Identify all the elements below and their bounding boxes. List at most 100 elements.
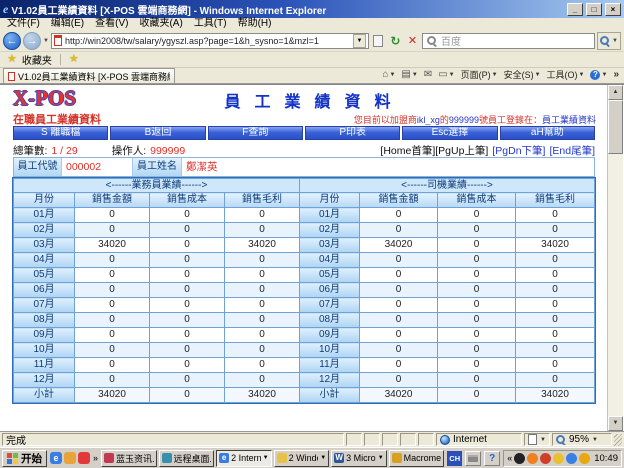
qq-quick-icon[interactable] — [78, 452, 90, 464]
home-button[interactable]: ⌂▼ — [382, 70, 395, 80]
status-panel — [382, 433, 398, 446]
safety-menu-button[interactable]: 安全(S)▼ — [504, 68, 541, 81]
nav-keys-home-pgup[interactable]: [Home首筆][PgUp上筆] — [380, 143, 488, 158]
refresh-button[interactable]: ↻ — [388, 33, 403, 49]
tab-active[interactable]: V1.02員工業績資料 [X-POS 雲端商務網] — [3, 68, 175, 83]
back-button[interactable]: ← — [3, 32, 21, 50]
qq-tray-icon[interactable] — [514, 453, 525, 464]
start-button[interactable]: 开始 — [2, 450, 47, 467]
quick-launch-chevron-icon[interactable]: » — [93, 453, 98, 463]
page-function-button-1[interactable]: S 離職檔 — [13, 126, 108, 140]
xpos-logo: X-POS — [13, 86, 76, 111]
employee-code-field[interactable]: 000002 — [62, 158, 132, 176]
employee-name-field[interactable]: 鄭潔英 — [182, 158, 594, 176]
tray-icon-2[interactable] — [527, 453, 538, 464]
folder-icon — [277, 453, 287, 463]
scrollbar-thumb[interactable] — [608, 100, 623, 154]
security-shield-icon[interactable] — [579, 453, 590, 464]
more-chevron-icon[interactable]: » — [613, 69, 619, 80]
minimize-button[interactable]: _ — [567, 3, 583, 16]
zoom-value: 95% — [569, 434, 589, 445]
value-cell: 0 — [360, 343, 438, 358]
start-label: 开始 — [21, 451, 42, 466]
page-function-button-5[interactable]: Esc選擇 — [402, 126, 497, 140]
mail-quick-icon[interactable] — [64, 452, 76, 464]
history-dropdown-icon[interactable]: ▼ — [43, 38, 49, 44]
tray-icon-3[interactable] — [540, 453, 551, 464]
value-cell: 0 — [438, 343, 516, 358]
employee-code-label: 員工代號 — [14, 158, 62, 176]
stop-button[interactable]: ✕ — [405, 33, 420, 49]
month-cell: 06月 — [300, 283, 360, 298]
print-button[interactable]: ▭▼ — [438, 70, 454, 80]
address-input[interactable]: http://win2008/tw/salary/ygyszl.asp?page… — [51, 33, 369, 49]
menu-item-5[interactable]: 工具(T) — [194, 18, 227, 30]
taskbar-button-6[interactable]: Macromed... — [389, 450, 445, 467]
tray-icon-5[interactable] — [566, 453, 577, 464]
status-text-panel: 完成 — [2, 433, 344, 446]
month-cell: 11月 — [14, 358, 75, 373]
page-function-button-6[interactable]: aH幫助 — [500, 126, 595, 140]
compatibility-view-button[interactable] — [371, 33, 386, 49]
menu-item-3[interactable]: 查看(V) — [95, 18, 128, 30]
taskbar-button-1[interactable]: 蓝玉资讯... — [101, 450, 157, 467]
value-cell: 0 — [225, 373, 300, 388]
favorites-button[interactable]: 收藏夹 — [22, 52, 52, 67]
search-input[interactable]: 百度 — [422, 33, 595, 49]
menu-item-6[interactable]: 帮助(H) — [238, 18, 272, 30]
column-header: 銷售金額 — [75, 193, 150, 208]
tools-menu-button[interactable]: 工具(O)▼ — [547, 68, 585, 81]
value-cell: 0 — [438, 283, 516, 298]
taskbar-button-5[interactable]: W3 Micros...▼ — [331, 450, 387, 467]
tab-row: V1.02員工業績資料 [X-POS 雲端商務網] ⌂▼ ▤▼ ✉ ▭▼ 页面(… — [0, 68, 624, 84]
ie-quick-icon[interactable]: e — [50, 452, 62, 464]
tray-icon-4[interactable] — [553, 453, 564, 464]
page-zoom-button[interactable]: ▼ — [524, 433, 550, 446]
address-dropdown-icon[interactable]: ▼ — [353, 34, 366, 48]
status-panel — [400, 433, 416, 446]
scroll-down-icon[interactable]: ▼ — [608, 416, 623, 431]
taskbar-button-2[interactable]: 远程桌面... — [159, 450, 215, 467]
group-dropdown-icon: ▼ — [263, 455, 269, 461]
search-go-button[interactable]: ▼ — [597, 32, 621, 50]
menu-item-4[interactable]: 收藏夹(A) — [139, 18, 182, 30]
add-favorite-icon[interactable]: ★ — [69, 54, 79, 65]
vertical-scrollbar[interactable]: ▲ ▼ — [607, 85, 623, 431]
page-menu-button[interactable]: 页面(P)▼ — [461, 68, 498, 81]
zoom-level-button[interactable]: 95% ▼ — [552, 433, 612, 446]
value-cell: 0 — [150, 373, 225, 388]
feeds-button[interactable]: ▤▼ — [401, 70, 417, 80]
section-label: 在職員工業績資料 — [13, 111, 101, 127]
favorites-bar: ★ 收藏夹 ★ — [0, 52, 624, 68]
taskbar-button-label: Macromed... — [404, 453, 442, 463]
tray-chevron-icon[interactable]: « — [507, 453, 512, 463]
close-button[interactable]: × — [605, 3, 621, 16]
value-cell: 34020 — [516, 388, 595, 403]
taskbar-button-4[interactable]: 2 Window...▼ — [274, 450, 330, 467]
value-cell: 0 — [225, 223, 300, 238]
nav-key-end[interactable]: [End尾筆] — [549, 143, 595, 158]
taskbar-button-3[interactable]: e2 Intern...▼ — [216, 450, 272, 467]
resize-grip — [614, 434, 622, 446]
menu-item-2[interactable]: 编辑(E) — [51, 18, 84, 30]
nav-key-pgdn[interactable]: [PgDn下筆] — [492, 143, 545, 158]
value-cell: 0 — [150, 313, 225, 328]
value-cell: 0 — [516, 298, 595, 313]
value-cell: 0 — [150, 328, 225, 343]
compatibility-icon — [373, 35, 383, 47]
ime-language-button[interactable]: CH — [447, 451, 462, 466]
help-menu-button[interactable]: ?▼ — [590, 70, 607, 80]
scroll-up-icon[interactable]: ▲ — [608, 85, 623, 100]
mail-button[interactable]: ✉ — [424, 70, 432, 80]
forward-button[interactable]: → — [23, 32, 41, 50]
value-cell: 0 — [360, 298, 438, 313]
maximize-button[interactable]: □ — [586, 3, 602, 16]
menu-item-1[interactable]: 文件(F) — [7, 18, 40, 30]
printer-tray-button[interactable] — [465, 451, 481, 466]
page-function-button-4[interactable]: P印表 — [305, 126, 400, 140]
menu-bar: 文件(F) 编辑(E) 查看(V) 收藏夹(A) 工具(T) 帮助(H) — [0, 18, 624, 30]
help-tray-button[interactable]: ? — [484, 451, 500, 466]
page-function-button-3[interactable]: F查詢 — [208, 126, 303, 140]
page-function-button-2[interactable]: B返回 — [110, 126, 205, 140]
value-cell: 0 — [75, 373, 150, 388]
